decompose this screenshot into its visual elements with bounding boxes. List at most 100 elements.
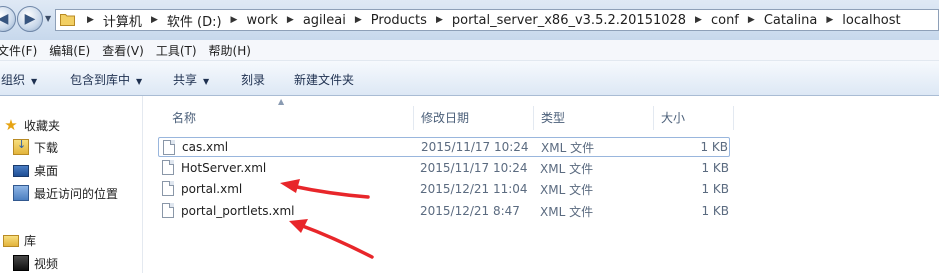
chevron-right-icon[interactable]: ▶ [748,15,755,25]
back-arrow-icon[interactable]: ◀ [0,6,16,32]
sort-ascending-icon: ▲ [278,97,285,106]
crumb-computer[interactable]: 计算机 [103,11,142,30]
file-name: portal_portlets.xml [181,204,295,218]
address-bar[interactable]: ▶ 计算机 ▶ 软件 (D:) ▶ work ▶ agileai ▶ Produ… [55,9,939,31]
navigation-pane: ★ 收藏夹 下载 桌面 最近访问的位置 库 视频 [0,96,143,273]
chevron-right-icon[interactable]: ▶ [436,15,443,25]
menu-edit[interactable]: 编辑(E) [43,42,96,59]
chevron-right-icon[interactable]: ▶ [87,15,94,25]
include-library-button[interactable]: 包含到库中 ▼ [70,71,142,88]
chevron-right-icon[interactable]: ▶ [826,15,833,25]
library-icon [3,235,19,247]
file-size: 1 KB [701,204,729,218]
burn-button[interactable]: 刻录 [241,71,265,88]
column-divider[interactable] [733,106,734,130]
xml-file-icon [163,140,175,155]
file-date: 2015/11/17 10:24 [420,161,528,175]
nav-downloads-label: 下载 [34,140,59,155]
column-date-label: 修改日期 [421,110,470,125]
crumb-products[interactable]: Products [371,13,427,28]
chevron-right-icon[interactable]: ▶ [151,15,158,25]
xml-file-icon [162,160,174,175]
column-size-label: 大小 [661,110,686,125]
file-date: 2015/12/21 11:04 [420,182,528,196]
file-row[interactable]: portal_portlets.xml 2015/12/21 8:47 XML … [158,201,730,221]
breadcrumb: ▶ 计算机 ▶ 软件 (D:) ▶ work ▶ agileai ▶ Produ… [78,10,901,30]
share-label: 共享 [173,73,198,87]
file-row[interactable]: cas.xml 2015/11/17 10:24 XML 文件 1 KB [158,137,730,157]
chevron-right-icon[interactable]: ▶ [355,15,362,25]
file-size: 1 KB [700,140,728,154]
file-row[interactable]: portal.xml 2015/12/21 11:04 XML 文件 1 KB [158,179,730,199]
nav-downloads[interactable]: 下载 [13,137,58,157]
file-name: cas.xml [182,140,229,154]
recent-places-icon [13,185,29,201]
nav-libraries-label: 库 [24,233,37,248]
nav-favorites[interactable]: ★ 收藏夹 [3,115,60,135]
forward-arrow-icon[interactable]: ▶ [17,6,43,32]
column-header-name[interactable]: 名称 [172,106,196,128]
column-header-type[interactable]: 类型 [541,106,565,128]
nav-videos-label: 视频 [34,256,59,271]
chevron-right-icon[interactable]: ▶ [231,15,238,25]
share-button[interactable]: 共享 ▼ [173,71,209,88]
video-library-icon [13,255,29,271]
file-date: 2015/12/21 8:47 [420,204,520,218]
column-header-date[interactable]: 修改日期 [421,106,469,128]
crumb-drive[interactable]: 软件 (D:) [167,11,222,30]
chevron-down-icon: ▼ [203,77,210,86]
crumb-catalina[interactable]: Catalina [764,13,818,28]
crumb-conf[interactable]: conf [711,13,739,28]
column-divider[interactable] [653,106,654,130]
file-type: XML 文件 [540,161,594,176]
chevron-down-icon: ▼ [31,77,38,86]
file-type: XML 文件 [540,182,594,197]
xml-file-icon [162,181,174,196]
menu-file[interactable]: 文件(F) [0,42,43,59]
chevron-down-icon: ▼ [136,77,143,86]
command-bar: 组织 ▼ 包含到库中 ▼ 共享 ▼ 刻录 新建文件夹 [0,61,939,96]
column-type-label: 类型 [541,110,566,125]
desktop-icon [13,165,29,177]
include-library-label: 包含到库中 [70,73,131,87]
downloads-folder-icon [13,138,29,155]
nav-recent[interactable]: 最近访问的位置 [13,183,118,203]
crumb-work[interactable]: work [246,13,277,28]
column-name-label: 名称 [172,110,197,125]
column-header-size[interactable]: 大小 [661,106,685,128]
file-type: XML 文件 [541,140,595,155]
address-row: ◀ ▶ ▼ ▶ 计算机 ▶ 软件 (D:) ▶ work ▶ agileai ▶… [0,0,939,40]
file-row[interactable]: HotServer.xml 2015/11/17 10:24 XML 文件 1 … [158,158,730,178]
chevron-right-icon[interactable]: ▶ [695,15,702,25]
recent-pages-dropdown-icon[interactable]: ▼ [45,14,51,23]
nav-libraries[interactable]: 库 [3,230,36,250]
chevron-right-icon[interactable]: ▶ [287,15,294,25]
crumb-localhost[interactable]: localhost [842,13,900,28]
nav-videos[interactable]: 视频 [13,253,58,273]
menu-view[interactable]: 查看(V) [96,42,150,59]
file-date: 2015/11/17 10:24 [421,140,529,154]
new-folder-button[interactable]: 新建文件夹 [294,71,354,88]
nav-desktop-label: 桌面 [34,163,59,178]
star-icon: ★ [4,116,18,134]
column-divider[interactable] [413,106,414,130]
file-size: 1 KB [701,182,729,196]
file-size: 1 KB [701,161,729,175]
menu-bar: 文件(F) 编辑(E) 查看(V) 工具(T) 帮助(H) [0,40,939,61]
file-list-pane: 名称 ▲ 修改日期 类型 大小 cas.xml 2015/11/17 10:24… [143,96,939,273]
column-divider[interactable] [533,106,534,130]
xml-file-icon [162,203,174,218]
menu-tools[interactable]: 工具(T) [150,42,203,59]
organize-button[interactable]: 组织 ▼ [1,71,37,88]
nav-recent-label: 最近访问的位置 [34,186,119,201]
file-type: XML 文件 [540,204,594,219]
file-name: portal.xml [181,182,243,196]
menu-help[interactable]: 帮助(H) [203,42,257,59]
folder-icon [60,14,75,26]
crumb-portal-server[interactable]: portal_server_x86_v3.5.2.20151028 [452,13,686,28]
nav-desktop[interactable]: 桌面 [13,160,58,180]
organize-label: 组织 [1,73,26,87]
crumb-agileai[interactable]: agileai [303,13,346,28]
file-name: HotServer.xml [181,161,267,175]
nav-favorites-label: 收藏夹 [24,118,61,133]
